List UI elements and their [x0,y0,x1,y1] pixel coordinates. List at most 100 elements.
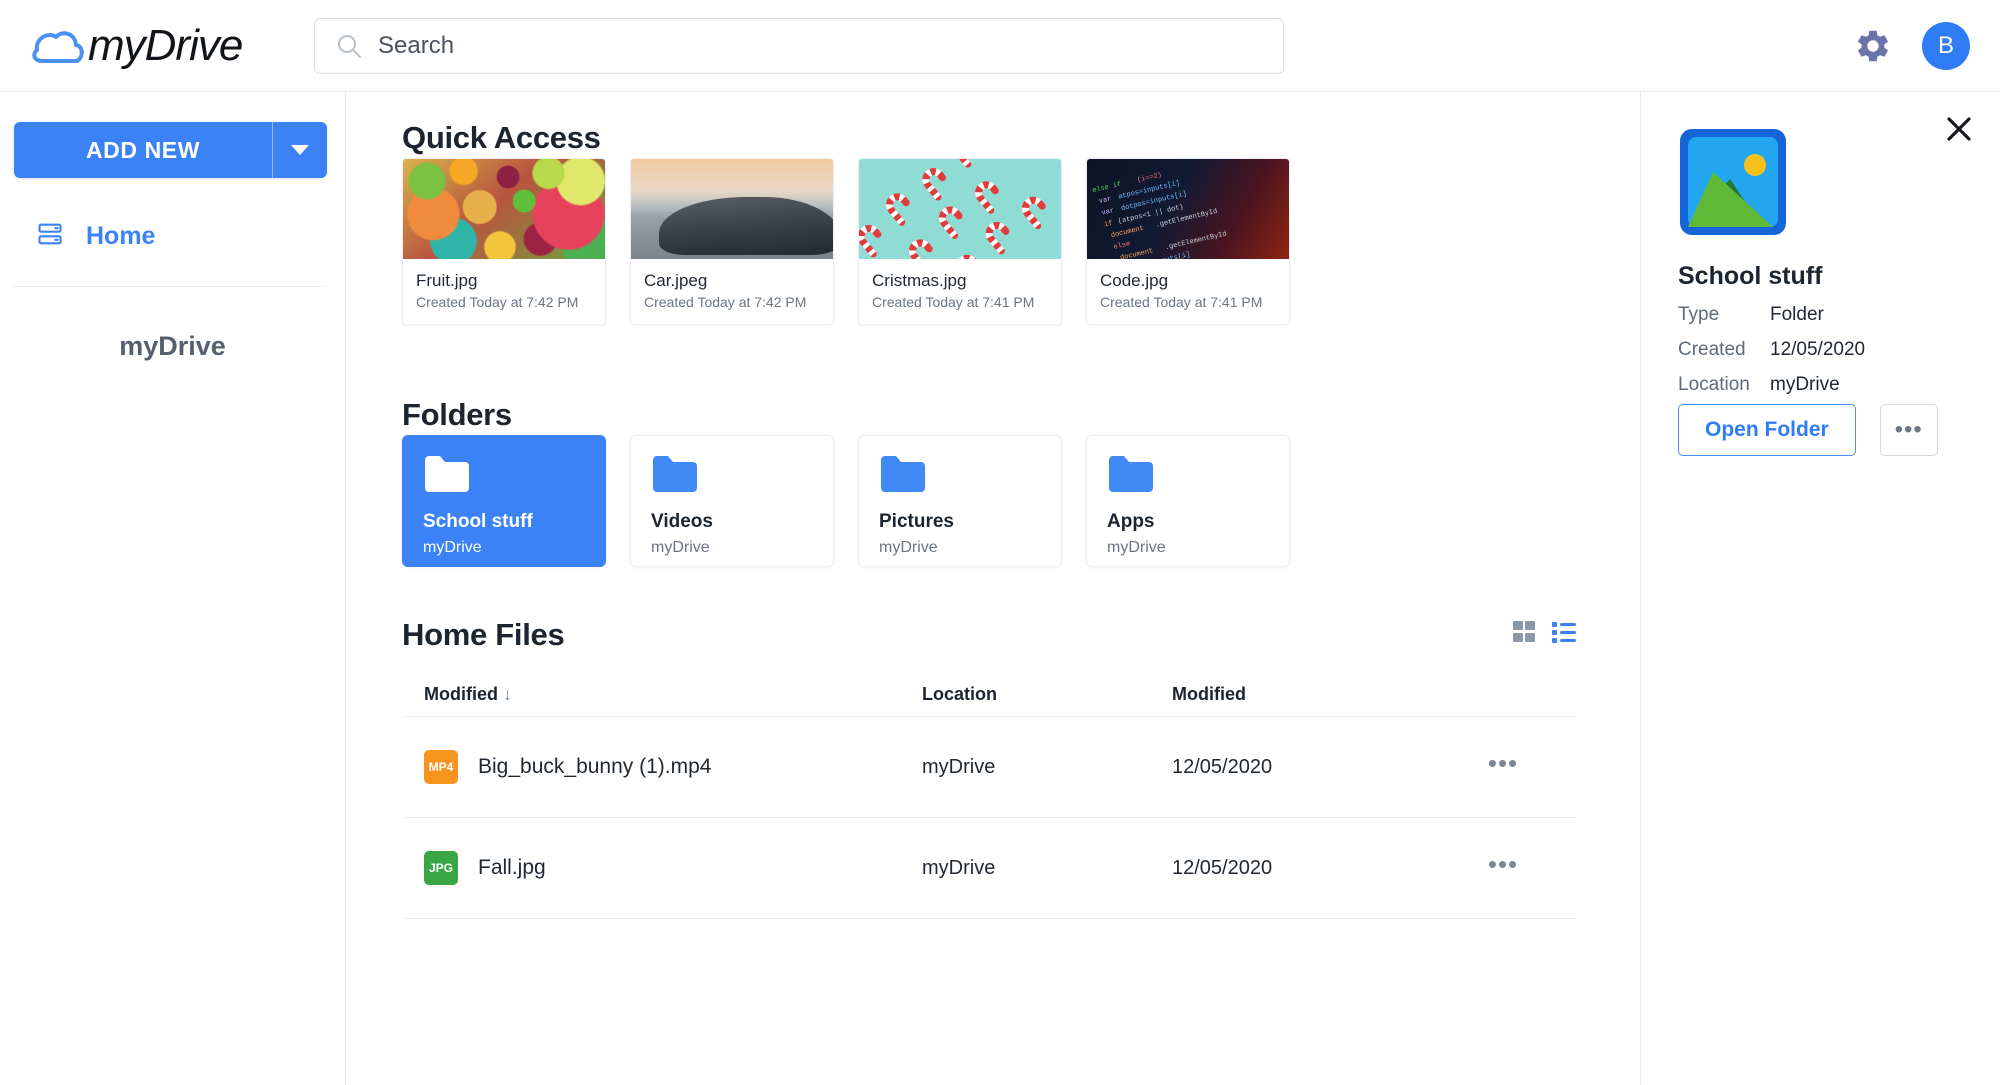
file-row-menu-button[interactable]: ••• [1452,859,1554,878]
main-content: Quick Access Fruit.jpg Created Today at … [346,92,1640,1085]
car-thumbnail [631,159,833,259]
folder-card-location: myDrive [423,539,585,557]
folder-card-videos[interactable]: Videos myDrive [630,435,834,567]
quick-access-card-name: Fruit.jpg [416,271,592,291]
sidebar-drive-title: myDrive [0,331,345,362]
quick-access-card[interactable]: else if(i==2) varatpos=inputs[i] vardotp… [1086,158,1290,325]
gear-icon[interactable] [1854,27,1892,65]
search-bar[interactable]: Search [314,18,1284,74]
svg-text:var: var [1098,195,1112,206]
column-header-label: Modified [424,684,498,704]
server-stack-icon [36,220,64,253]
sidebar-item-home-label: Home [86,222,155,251]
quick-access-card[interactable]: Fruit.jpg Created Today at 7:42 PM [402,158,606,325]
details-actions: Open Folder ••• [1678,404,1938,456]
column-header-modified-sort[interactable]: Modified ↓ [402,684,922,705]
open-folder-button[interactable]: Open Folder [1678,404,1856,456]
table-row[interactable]: MP4 Big_buck_bunny (1).mp4 myDrive 12/05… [402,717,1576,817]
column-header-modified[interactable]: Modified [1172,684,1452,705]
svg-text:var: var [1101,207,1115,218]
ellipsis-icon: ••• [1488,748,1518,778]
add-new-button[interactable]: ADD NEW [14,122,272,178]
file-modified: 12/05/2020 [1172,857,1452,880]
quick-access-card-name: Cristmas.jpg [872,271,1048,291]
quick-access-card-subtitle: Created Today at 7:41 PM [872,294,1048,310]
search-input[interactable]: Search [378,32,454,60]
cloud-icon [30,21,86,71]
files-table-header: Modified ↓ Location Modified [402,672,1576,716]
file-modified: 12/05/2020 [1172,756,1452,779]
quick-access-list: Fruit.jpg Created Today at 7:42 PM Car.j… [402,158,1290,325]
details-field-type: Type Folder [1678,304,1968,326]
brand-name: myDrive [88,21,242,71]
grid-view-icon[interactable] [1512,620,1536,649]
file-row-menu-button[interactable]: ••• [1452,758,1554,777]
sidebar: ADD NEW Home myDrive [0,92,346,1085]
folder-card-apps[interactable]: Apps myDrive [1086,435,1290,567]
details-field-key: Location [1678,374,1770,396]
folder-card-name: Apps [1107,511,1269,533]
quick-access-card[interactable]: Cristmas.jpg Created Today at 7:41 PM [858,158,1062,325]
details-panel: School stuff Type Folder Created 12/05/2… [1640,92,2000,1085]
row-divider [402,918,1576,919]
image-placeholder-icon [1678,127,1788,237]
quick-access-card[interactable]: Car.jpeg Created Today at 7:42 PM [630,158,834,325]
quick-access-card-name: Code.jpg [1100,271,1276,291]
files-table: Modified ↓ Location Modified MP4 Big_buc… [402,672,1576,919]
add-new-group: ADD NEW [14,122,327,178]
svg-text:(i==2): (i==2) [1136,171,1162,184]
details-field-key: Type [1678,304,1770,326]
file-name: Big_buck_bunny (1).mp4 [478,755,711,779]
file-location: myDrive [922,857,1172,880]
details-title: School stuff [1678,262,1822,291]
list-view-icon[interactable] [1552,620,1576,649]
details-field-value: Folder [1770,304,1824,326]
sort-arrow-icon: ↓ [503,684,512,704]
code-thumbnail: else if(i==2) varatpos=inputs[i] vardotp… [1087,159,1289,259]
quick-access-card-subtitle: Created Today at 7:42 PM [416,294,592,310]
add-new-dropdown-button[interactable] [272,122,327,178]
file-type-badge: MP4 [424,750,458,784]
sidebar-item-home[interactable]: Home [0,220,345,253]
file-location: myDrive [922,756,1172,779]
top-bar: myDrive Search B [0,0,2000,92]
chevron-down-icon [291,145,309,155]
file-name: Fall.jpg [478,856,546,880]
candycane-thumbnail [859,159,1061,259]
quick-access-card-subtitle: Created Today at 7:41 PM [1100,294,1276,310]
folder-card-school-stuff[interactable]: School stuff myDrive [402,435,606,567]
avatar[interactable]: B [1922,22,1970,70]
brand[interactable]: myDrive [30,21,242,71]
folders-title: Folders [402,397,512,433]
folder-card-location: myDrive [879,539,1041,557]
details-fields: Type Folder Created 12/05/2020 Location … [1678,304,1968,409]
file-type-badge: JPG [424,851,458,885]
close-icon[interactable] [1944,114,1974,149]
fruit-thumbnail [403,159,605,259]
details-field-location: Location myDrive [1678,374,1968,396]
sidebar-divider [14,286,327,287]
table-row[interactable]: JPG Fall.jpg myDrive 12/05/2020 ••• [402,818,1576,918]
details-field-value: 12/05/2020 [1770,339,1865,361]
details-field-value: myDrive [1770,374,1840,396]
svg-text:document: document [1110,225,1145,240]
details-more-button[interactable]: ••• [1880,404,1938,456]
quick-access-card-subtitle: Created Today at 7:42 PM [644,294,820,310]
folder-card-name: Videos [651,511,813,533]
folder-card-name: School stuff [423,511,585,533]
details-field-created: Created 12/05/2020 [1678,339,1968,361]
folders-list: School stuff myDrive Videos myDrive Pict… [402,435,1290,567]
quick-access-card-name: Car.jpeg [644,271,820,291]
svg-text:else: else [1113,240,1131,252]
column-header-location[interactable]: Location [922,684,1172,705]
svg-text:if: if [1104,220,1114,230]
details-field-key: Created [1678,339,1770,361]
folder-card-location: myDrive [651,539,813,557]
svg-text:.getElementById: .getElementById [1164,230,1227,252]
search-icon [336,33,362,59]
folder-card-pictures[interactable]: Pictures myDrive [858,435,1062,567]
top-bar-actions: B [1854,0,1970,92]
quick-access-title: Quick Access [402,120,601,156]
home-files-title: Home Files [402,617,564,653]
folder-card-name: Pictures [879,511,1041,533]
